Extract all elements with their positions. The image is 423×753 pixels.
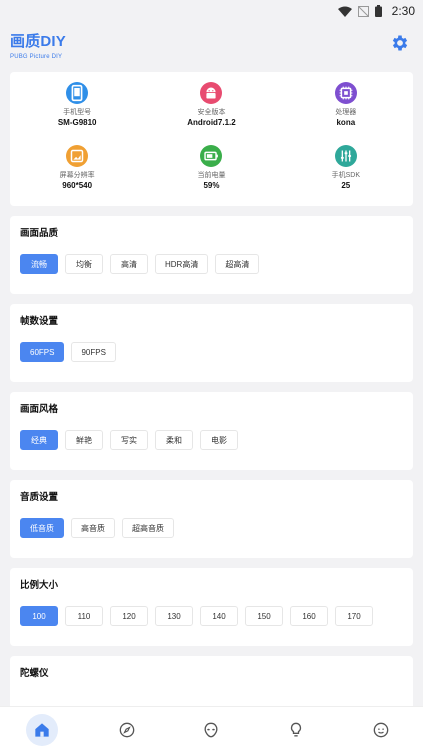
battery-icon xyxy=(200,145,223,167)
settings-section: 比例大小 100 110 120 130 140 150 160 170 xyxy=(10,568,413,646)
settings-section: 画面品质流畅 均衡 高清 HDR高清 超高清 xyxy=(10,216,413,294)
option-group: 60FPS 90FPS xyxy=(20,342,403,362)
option-button[interactable]: 高清 xyxy=(110,254,148,274)
settings-section: 音质设置低音质 高音质 超高音质 xyxy=(10,480,413,558)
app-header: 画质DIY PUBG Picture DIY xyxy=(0,22,423,72)
alien-icon xyxy=(204,722,218,738)
no-signal-icon xyxy=(357,5,369,17)
option-button[interactable]: 流畅 xyxy=(20,254,58,274)
option-button[interactable]: 写实 xyxy=(110,430,148,450)
settings-button[interactable] xyxy=(389,32,411,54)
equalizer-icon xyxy=(334,145,357,167)
gear-icon xyxy=(392,35,408,51)
android-icon xyxy=(200,82,223,104)
app-title: 画质DIY xyxy=(10,33,67,50)
option-button[interactable]: 电影 xyxy=(200,430,238,450)
app-subtitle: PUBG Picture DIY xyxy=(10,54,63,60)
nav-alien-button[interactable] xyxy=(195,714,227,746)
option-button[interactable]: 100 xyxy=(20,606,58,626)
nav-lightbulb-button[interactable] xyxy=(280,714,312,746)
device-info-value: Android7.1.2 xyxy=(187,118,236,127)
option-button[interactable]: 超高清 xyxy=(215,254,260,274)
compass-icon xyxy=(119,722,135,738)
option-button[interactable]: 经典 xyxy=(20,430,58,450)
settings-section: 画面风格经典 鲜艳 写实 柔和 电影 xyxy=(10,392,413,470)
section-title: 陀螺仪 xyxy=(20,668,49,679)
device-info-value: SM-G9810 xyxy=(57,118,97,127)
home-icon xyxy=(35,723,49,737)
lightbulb-icon xyxy=(290,722,302,737)
settings-section: 帧数设置 60FPS 90FPS xyxy=(10,304,413,382)
option-group: 流畅 均衡 高清 HDR高清 超高清 xyxy=(20,254,403,274)
device-info-label: 屏幕分辨率 xyxy=(59,172,95,179)
nav-home-button[interactable] xyxy=(26,714,59,746)
smiley-icon xyxy=(373,722,389,738)
section-title: 画面风格 xyxy=(20,404,59,415)
bottom-nav xyxy=(0,706,423,753)
image-icon xyxy=(66,145,89,167)
option-group: 100 110 120 130 140 150 160 170 xyxy=(20,606,403,626)
option-group: 经典 鲜艳 写实 柔和 电影 xyxy=(20,430,403,450)
device-info-value: 25 xyxy=(341,181,351,190)
section-title: 帧数设置 xyxy=(20,316,59,327)
status-time: 2:30 xyxy=(391,4,415,18)
device-info-label: 处理器 xyxy=(335,109,357,116)
option-button[interactable]: 高音质 xyxy=(71,518,115,538)
nav-smiley-button[interactable] xyxy=(365,714,397,746)
device-info-value: 960*540 xyxy=(62,181,93,190)
device-info-value: 59% xyxy=(203,181,220,190)
device-info-label: 手机型号 xyxy=(63,109,92,116)
option-button[interactable]: 130 xyxy=(155,606,193,626)
wifi-icon xyxy=(337,6,352,17)
device-info-item: 安全版本 Android7.1.2 xyxy=(144,80,278,143)
device-info-label: 安全版本 xyxy=(197,109,226,116)
battery-status-icon xyxy=(374,5,382,17)
option-button[interactable]: HDR高清 xyxy=(155,254,209,274)
option-group: 低音质 高音质 超高音质 xyxy=(20,518,403,538)
phone-icon xyxy=(66,82,89,104)
device-info-value: kona xyxy=(336,118,356,127)
chip-icon xyxy=(334,82,357,104)
device-info-item: 处理器 kona xyxy=(279,80,413,143)
device-info-item: 手机SDK 25 xyxy=(279,143,413,206)
option-button[interactable]: 90FPS xyxy=(71,342,116,362)
option-button[interactable]: 鲜艳 xyxy=(65,430,103,450)
option-button[interactable]: 150 xyxy=(245,606,283,626)
option-button[interactable]: 低音质 xyxy=(20,518,64,538)
option-button[interactable]: 120 xyxy=(110,606,148,626)
option-button[interactable]: 超高音质 xyxy=(122,518,174,538)
option-button[interactable]: 柔和 xyxy=(155,430,193,450)
option-button[interactable]: 均衡 xyxy=(65,254,103,274)
section-title: 音质设置 xyxy=(20,492,59,503)
nav-compass-button[interactable] xyxy=(111,714,143,746)
option-button[interactable]: 160 xyxy=(290,606,328,626)
device-info-item: 手机型号 SM-G9810 xyxy=(10,80,144,143)
option-button[interactable]: 60FPS xyxy=(20,342,65,362)
status-bar: 2:30 xyxy=(0,0,423,22)
section-title: 比例大小 xyxy=(20,580,59,591)
device-info-item: 屏幕分辨率 960*540 xyxy=(10,143,144,206)
device-info-card: 手机型号 SM-G9810 安全版本 Android7.1.2 处理器 kona 屏幕分辨率… xyxy=(10,72,413,206)
option-button[interactable]: 170 xyxy=(335,606,373,626)
option-button[interactable]: 140 xyxy=(200,606,238,626)
section-title: 画面品质 xyxy=(20,228,59,239)
device-info-label: 当前电量 xyxy=(197,172,226,179)
option-button[interactable]: 110 xyxy=(65,606,103,626)
device-info-label: 手机SDK xyxy=(331,172,361,179)
device-info-item: 当前电量 59% xyxy=(144,143,278,206)
